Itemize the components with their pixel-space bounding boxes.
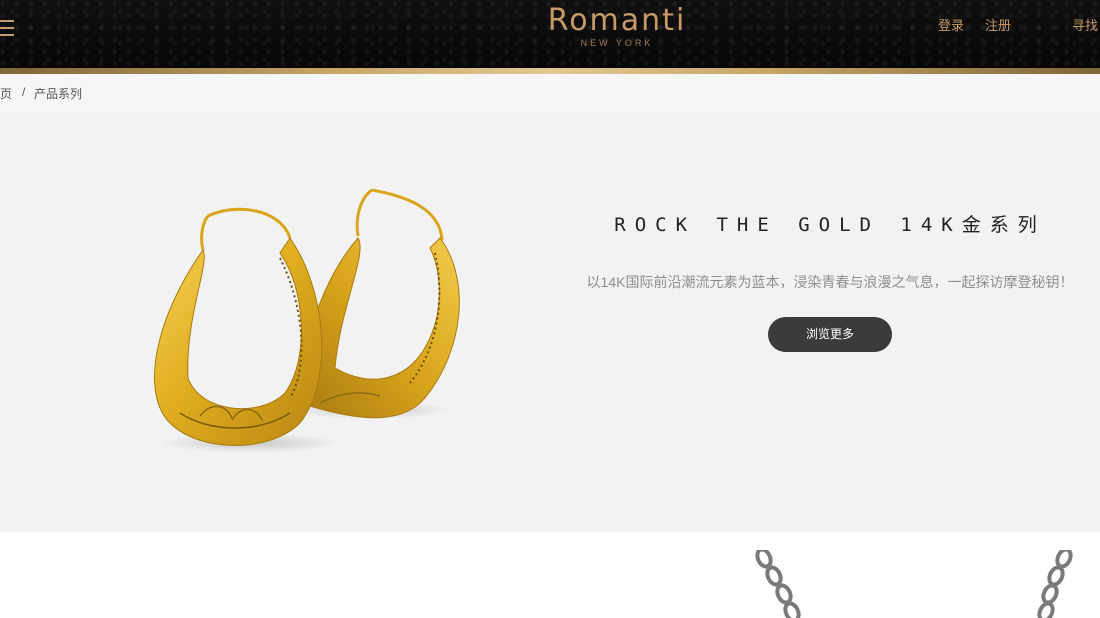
logo-text: Romanti xyxy=(547,3,687,38)
gold-hoop-earrings-image[interactable] xyxy=(140,178,480,468)
logo[interactable]: Romanti NEW YORK xyxy=(532,3,702,49)
breadcrumb: 首页 / 产品系列 xyxy=(0,74,1100,112)
breadcrumb-home[interactable]: 首页 xyxy=(0,85,12,102)
product-strip xyxy=(0,532,1100,618)
browse-more-button[interactable]: 浏览更多 xyxy=(768,317,892,352)
hero-banner: ROCK THE GOLD 14K金系列 以14K国际前沿潮流元素为蓝本，浸染青… xyxy=(0,112,1100,532)
login-link[interactable]: 登录 xyxy=(938,15,964,34)
menu-icon[interactable] xyxy=(0,16,18,38)
collection-title: ROCK THE GOLD 14K金系列 xyxy=(614,214,1046,236)
breadcrumb-current: 产品系列 xyxy=(34,87,83,101)
silver-chain-image[interactable] xyxy=(1030,550,1090,618)
find-link[interactable]: 寻找 xyxy=(1072,15,1098,34)
collection-description: 以14K国际前沿潮流元素为蓝本，浸染青春与浪漫之气息，一起探访摩登秘钥！ xyxy=(586,274,1074,290)
register-link[interactable]: 注册 xyxy=(985,15,1011,34)
logo-subtitle: NEW YORK xyxy=(580,38,654,48)
silver-chain-image[interactable] xyxy=(752,550,812,618)
site-header: Romanti NEW YORK 登录 注册 寻找 xyxy=(0,0,1100,68)
breadcrumb-separator: / xyxy=(22,85,26,99)
